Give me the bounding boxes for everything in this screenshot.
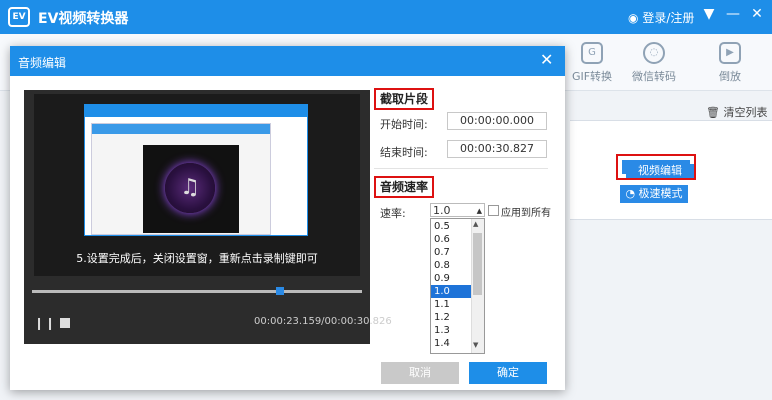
chevron-down-icon: ▲ (476, 207, 482, 215)
scroll-up-icon[interactable]: ▲ (473, 220, 478, 228)
speed-dropdown-list[interactable]: 1.4 1.3 1.2 1.1 1.0 0.9 0.8 0.7 0.6 0.5 ▲ ▼ (430, 218, 485, 354)
apply-all-checkbox[interactable] (488, 205, 499, 216)
speed-select-value: 1.0 (433, 204, 451, 217)
tool-reverse[interactable]: ▶ 倒放 (695, 38, 765, 84)
video-caption: 5.设置完成后，关闭设置窗，重新点击录制键即可 (76, 252, 318, 265)
seek-bar[interactable] (32, 287, 362, 295)
menu-dropdown-icon[interactable]: ▼ (700, 6, 718, 22)
dialog-close-icon[interactable]: ✕ (540, 50, 553, 69)
start-time-label: 开始时间: (380, 118, 428, 131)
speed-section-title: 音频速率 (374, 176, 434, 198)
wechat-icon: ◌ (643, 42, 665, 64)
speed-option[interactable]: 1.2 (431, 311, 474, 324)
cancel-button[interactable]: 取消 (381, 362, 459, 384)
preview-screenshot: ♫ (84, 104, 308, 236)
title-bar: EV EV视频转换器 ◉ 登录/注册 ▼ — ✕ (0, 0, 772, 34)
music-visual: ♫ (143, 145, 239, 233)
fast-mode-label: 极速模式 (638, 187, 683, 200)
ok-button[interactable]: 确定 (469, 362, 547, 384)
tool-gif[interactable]: G GIF转换 (557, 38, 627, 84)
dropdown-scrollbar[interactable]: ▲ ▼ (471, 219, 484, 353)
music-note-icon: ♫ (165, 163, 215, 213)
speed-option[interactable]: 1.3 (431, 324, 474, 337)
video-player: ♫ 5.设置完成后，关闭设置窗，重新点击录制键即可 ❙❙ 00:00:23.15… (24, 90, 392, 344)
stop-icon[interactable] (60, 318, 70, 328)
speed-select[interactable]: 1.0 ▲ (430, 203, 485, 217)
preview-titlebar (85, 105, 307, 117)
speed-option[interactable]: 0.5 (431, 220, 474, 233)
trash-icon: 🗑 (706, 106, 720, 119)
dialog-title: 音频编辑 (18, 56, 67, 70)
tool-reverse-label: 倒放 (719, 70, 741, 83)
login-label: 登录/注册 (642, 11, 695, 25)
scroll-down-icon[interactable]: ▼ (473, 341, 478, 349)
video-frame: ♫ 5.设置完成后，关闭设置窗，重新点击录制键即可 (34, 94, 360, 276)
audio-edit-dialog: 音频编辑 ✕ ♫ 5.设置完成后，关闭设置窗，重新点击录制键即可 ❙❙ 00:0… (10, 46, 565, 390)
login-link[interactable]: ◉ 登录/注册 (628, 9, 694, 26)
app-title: EV视频转换器 (38, 11, 129, 27)
speed-option[interactable]: 0.8 (431, 259, 474, 272)
apply-all-label: 应用到所有 (501, 208, 551, 219)
end-time-input[interactable]: 00:00:30.827 (447, 140, 547, 158)
gif-icon: G (581, 42, 603, 64)
speed-option[interactable]: 1.4 (431, 337, 474, 350)
tool-wechat[interactable]: ◌ 微信转码 (619, 38, 689, 84)
speed-option[interactable]: 1.0 (431, 285, 474, 298)
scroll-thumb[interactable] (473, 233, 482, 295)
user-icon: ◉ (628, 11, 639, 25)
dialog-header: 音频编辑 ✕ (10, 46, 565, 76)
speed-option[interactable]: 0.6 (431, 233, 474, 246)
minimize-icon[interactable]: — (724, 6, 742, 22)
clear-list-label: 清空列表 (723, 106, 768, 119)
pause-icon[interactable]: ❙❙ (34, 316, 56, 330)
seek-fill (32, 290, 280, 293)
speed-option[interactable]: 0.9 (431, 272, 474, 285)
video-edit-label: 视频编辑 (626, 164, 694, 178)
speed-icon: ◔ (625, 187, 639, 200)
start-time-input[interactable]: 00:00:00.000 (447, 112, 547, 130)
divider (374, 168, 548, 169)
reverse-icon: ▶ (719, 42, 741, 64)
end-time-label: 结束时间: (380, 146, 428, 159)
clip-section-title: 截取片段 (374, 88, 434, 110)
seek-knob[interactable] (275, 287, 284, 295)
fast-mode-button[interactable]: ◔ 极速模式 (620, 185, 688, 203)
tool-gif-label: GIF转换 (571, 70, 613, 83)
app-logo: EV (8, 7, 30, 27)
speed-option[interactable]: 0.7 (431, 246, 474, 259)
speed-option[interactable]: 1.1 (431, 298, 474, 311)
close-app-icon[interactable]: ✕ (748, 6, 766, 22)
clear-list-button[interactable]: 🗑 清空列表 (706, 104, 767, 120)
playback-time: 00:00:23.159/00:00:30.826 (254, 316, 392, 327)
video-edit-button[interactable]: ✂ 视频编辑 (616, 154, 696, 180)
speed-label: 速率: (380, 207, 406, 220)
tool-wechat-label: 微信转码 (632, 70, 676, 83)
preview-subwindow-bar (92, 124, 270, 134)
